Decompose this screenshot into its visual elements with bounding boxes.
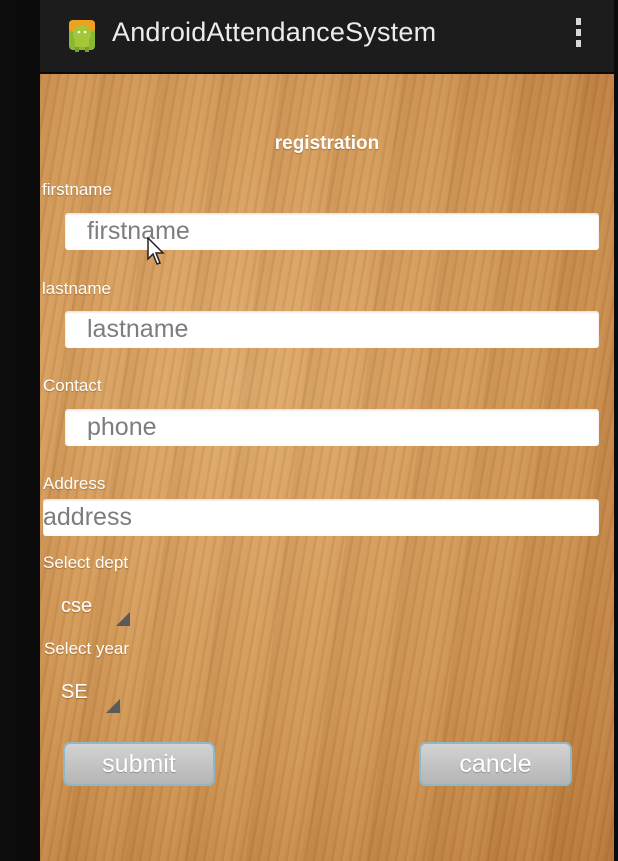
contact-field-container [65,409,599,446]
address-field-container [43,499,599,536]
app-title: AndroidAttendanceSystem [112,17,437,47]
address-input[interactable] [43,499,599,536]
lastname-input[interactable] [65,311,599,348]
contact-label: Contact [43,376,102,395]
dept-spinner[interactable]: cse [61,595,151,635]
dept-label: Select dept [43,553,129,572]
dept-value: cse [61,595,93,617]
android-icon[interactable] [64,16,100,56]
submit-button[interactable]: submit [63,742,215,786]
phone-frame: AndroidAttendanceSystem registration fir… [18,0,618,861]
spinner-arrow-icon [106,699,120,713]
lastname-label: lastname [42,279,111,298]
address-label: Address [43,474,106,493]
firstname-label: firstname [42,180,112,199]
lastname-field-container [65,311,599,348]
spinner-arrow-icon [116,612,130,626]
action-bar: AndroidAttendanceSystem [40,0,614,74]
phone-input[interactable] [65,409,599,446]
cancel-button[interactable]: cancle [419,742,572,786]
overflow-menu-icon[interactable] [574,18,584,54]
mouse-cursor-icon [147,237,165,265]
year-value: SE [61,681,88,703]
app-screen: AndroidAttendanceSystem registration fir… [40,0,614,861]
year-spinner[interactable]: SE [61,681,151,721]
form-heading: registration [274,133,380,154]
registration-form: registration firstname lastname Contact … [40,74,614,861]
device-bezel [0,0,18,861]
year-label: Select year [44,639,130,658]
